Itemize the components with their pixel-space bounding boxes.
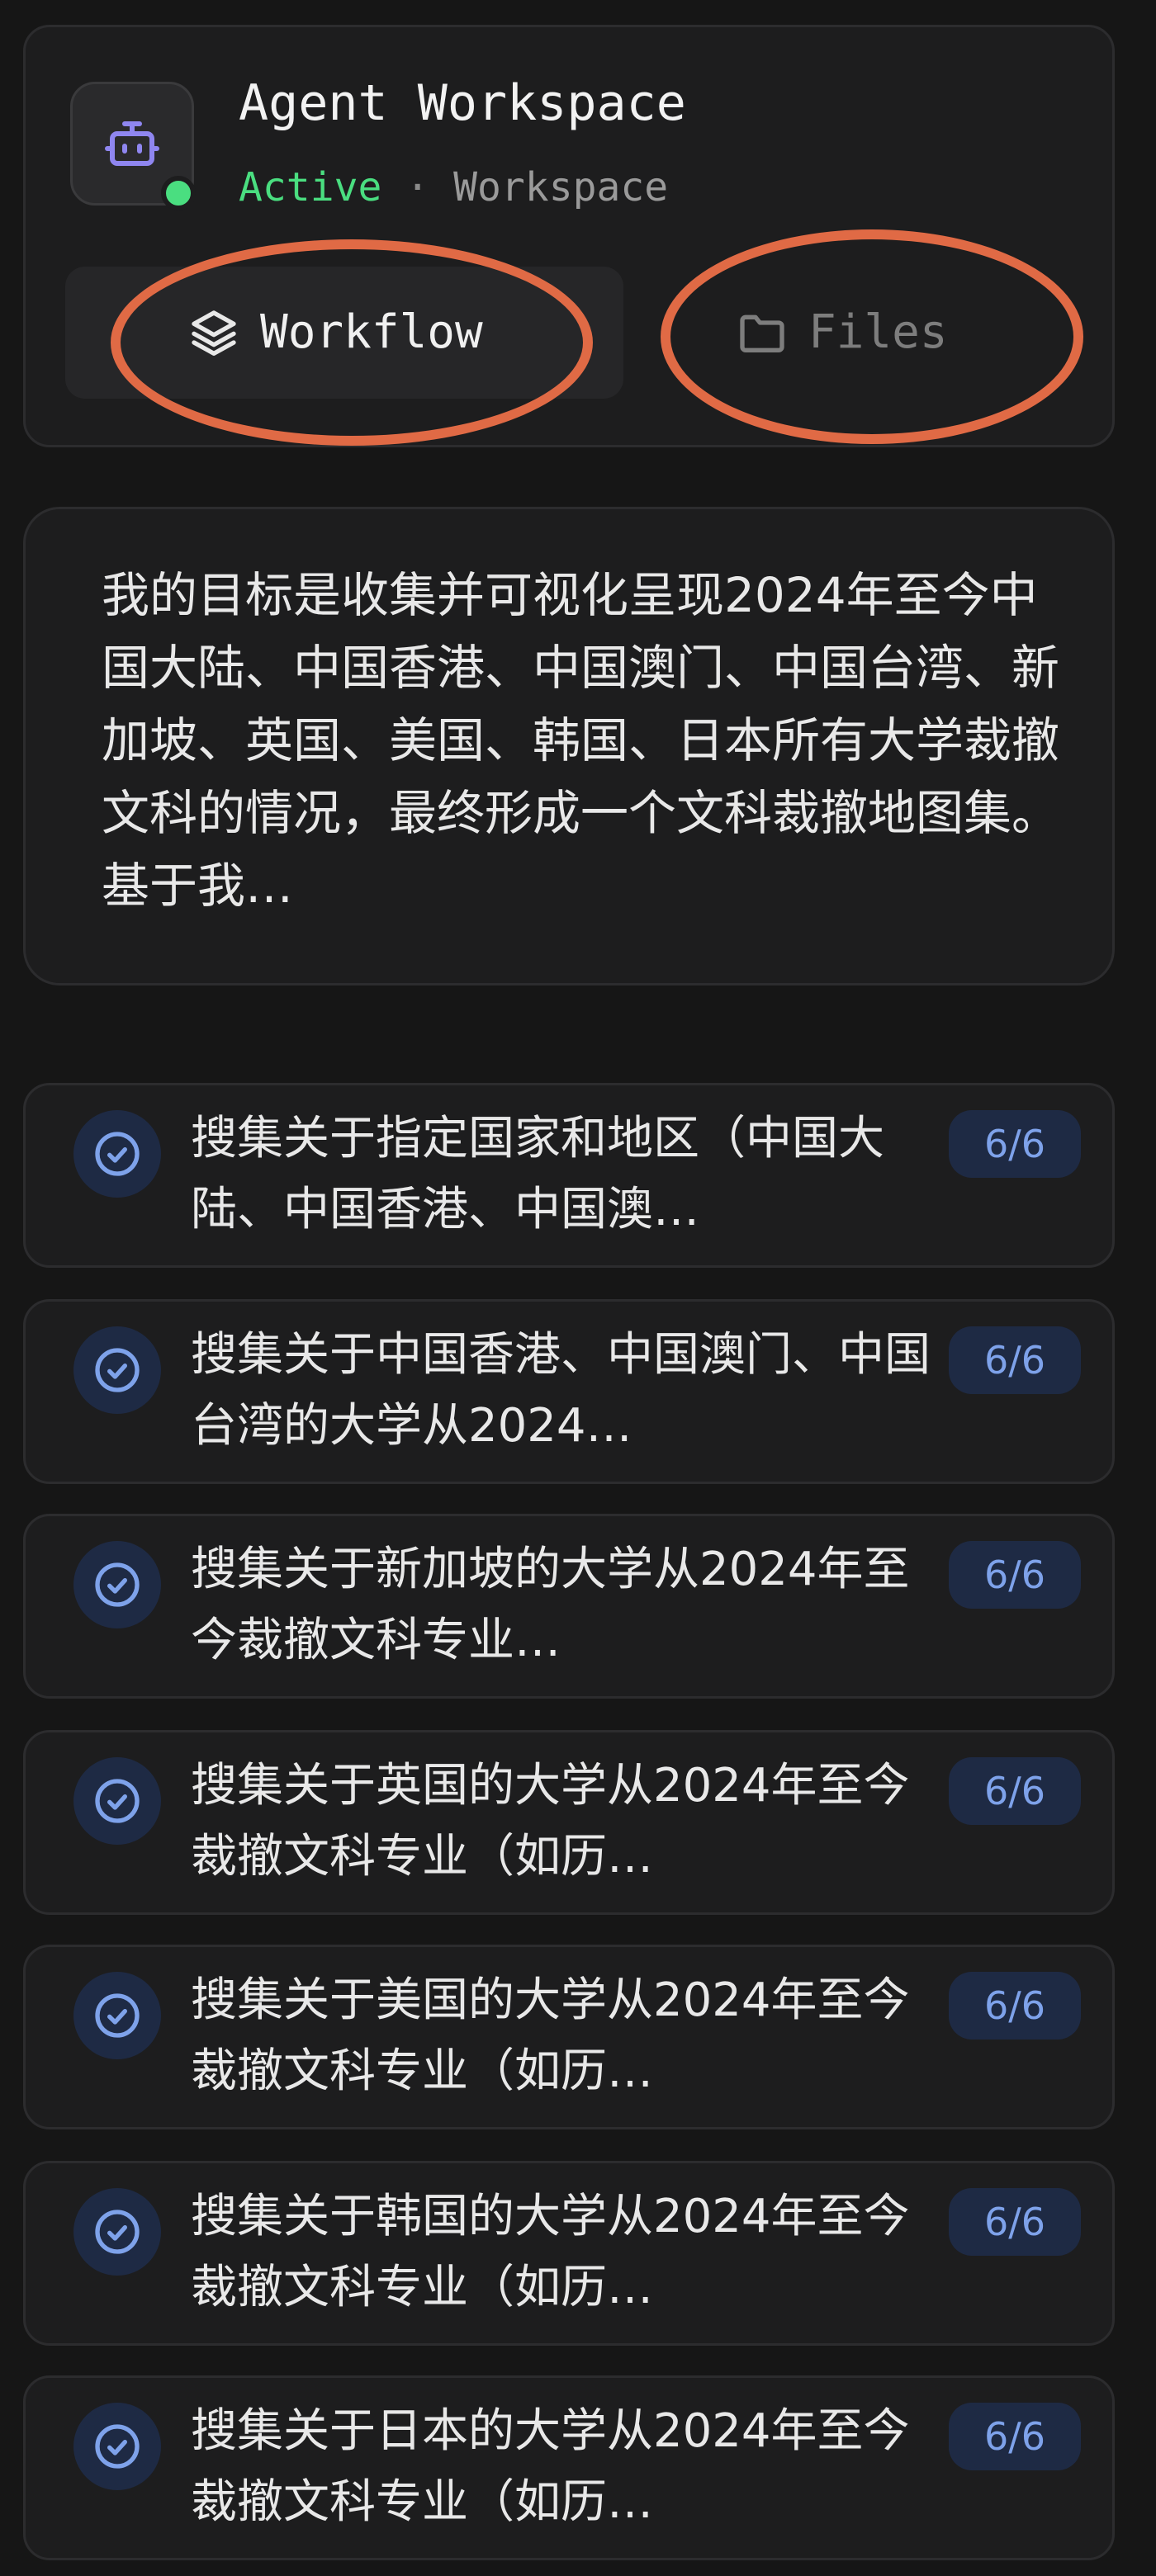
task-item[interactable]: 搜集关于新加坡的大学从2024年至今裁撤文科专业… 6/6 <box>23 1514 1115 1699</box>
task-item[interactable]: 搜集关于英国的大学从2024年至今裁撤文科专业（如历… 6/6 <box>23 1730 1115 1915</box>
check-circle-icon <box>95 1132 140 1176</box>
tab-workflow[interactable]: Workflow <box>65 267 623 399</box>
online-status-dot <box>161 176 196 210</box>
progress-badge: 6/6 <box>949 1541 1081 1609</box>
check-circle-icon <box>95 2424 140 2469</box>
task-status <box>73 1972 161 2059</box>
goal-text: 我的目标是收集并可视化呈现2024年至今中国大陆、中国香港、中国澳门、中国台湾、… <box>102 567 1059 914</box>
workspace-type: Workspace <box>453 164 669 210</box>
task-text: 搜集关于指定国家和地区（中国大陆、中国香港、中国澳… <box>191 1112 884 1236</box>
progress-badge: 6/6 <box>949 1972 1081 2040</box>
task-status <box>73 1541 161 1628</box>
tab-files-label: Files <box>808 305 948 359</box>
task-status <box>73 1110 161 1198</box>
subtitle-separator: · <box>405 164 430 210</box>
check-circle-icon <box>95 1779 140 1823</box>
task-item[interactable]: 搜集关于韩国的大学从2024年至今裁撤文科专业（如历… 6/6 <box>23 2161 1115 2346</box>
task-text: 搜集关于韩国的大学从2024年至今裁撤文科专业（如历… <box>191 2190 910 2314</box>
progress-badge: 6/6 <box>949 2403 1081 2470</box>
status-label: Active <box>239 164 382 210</box>
check-circle-icon <box>95 2210 140 2254</box>
progress-badge: 6/6 <box>949 2188 1081 2256</box>
progress-badge: 6/6 <box>949 1110 1081 1178</box>
task-text: 搜集关于新加坡的大学从2024年至今裁撤文科专业… <box>191 1543 910 1667</box>
task-item[interactable]: 搜集关于指定国家和地区（中国大陆、中国香港、中国澳… 6/6 <box>23 1083 1115 1268</box>
check-circle-icon <box>95 1562 140 1607</box>
tab-workflow-label: Workflow <box>260 305 483 359</box>
task-text: 搜集关于中国香港、中国澳门、中国台湾的大学从2024… <box>191 1328 931 1453</box>
task-status <box>73 1757 161 1845</box>
task-item[interactable]: 搜集关于日本的大学从2024年至今裁撤文科专业（如历… 6/6 <box>23 2375 1115 2560</box>
goal-card[interactable]: 我的目标是收集并可视化呈现2024年至今中国大陆、中国香港、中国澳门、中国台湾、… <box>23 507 1115 985</box>
check-circle-icon <box>95 1993 140 2038</box>
workspace-subtitle: Active · Workspace <box>239 168 668 207</box>
task-item[interactable]: 搜集关于中国香港、中国澳门、中国台湾的大学从2024… 6/6 <box>23 1299 1115 1484</box>
progress-badge: 6/6 <box>949 1757 1081 1825</box>
check-circle-icon <box>95 1348 140 1392</box>
task-text: 搜集关于日本的大学从2024年至今裁撤文科专业（如历… <box>191 2404 910 2529</box>
tab-files[interactable]: Files <box>653 267 1066 399</box>
robot-icon <box>105 121 159 166</box>
task-status <box>73 1326 161 1414</box>
progress-badge: 6/6 <box>949 1326 1081 1394</box>
task-item[interactable]: 搜集关于美国的大学从2024年至今裁撤文科专业（如历… 6/6 <box>23 1945 1115 2129</box>
task-text: 搜集关于英国的大学从2024年至今裁撤文科专业（如历… <box>191 1759 910 1884</box>
task-status <box>73 2188 161 2276</box>
workspace-header: Agent Workspace Active · Workspace Workf… <box>23 25 1115 447</box>
task-text: 搜集关于美国的大学从2024年至今裁撤文科专业（如历… <box>191 1973 910 2098</box>
folder-icon <box>740 314 784 352</box>
task-status <box>73 2403 161 2490</box>
layers-icon <box>192 310 236 356</box>
workspace-title: Agent Workspace <box>239 74 686 132</box>
